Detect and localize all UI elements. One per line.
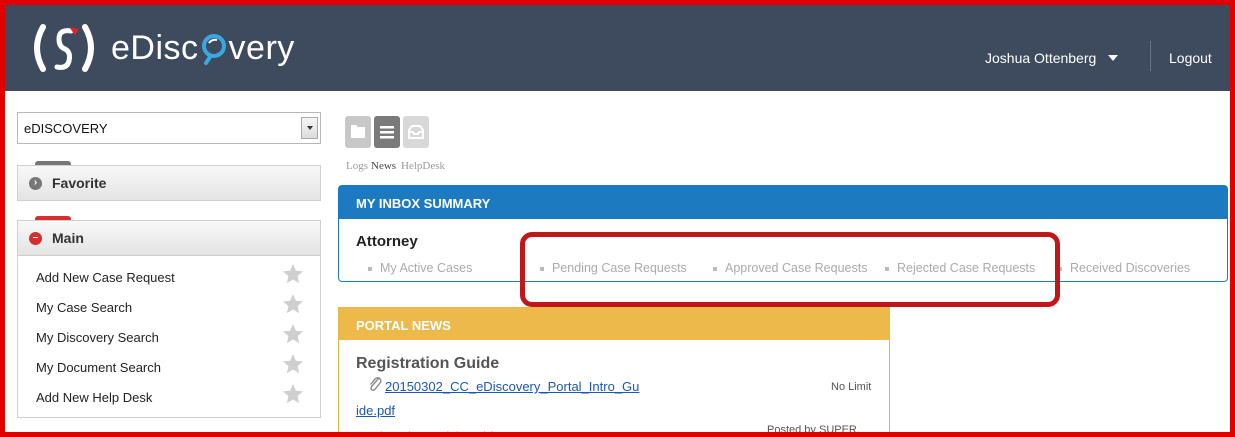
news-limit: No Limit	[831, 381, 872, 393]
attachment-link-continued[interactable]: ide.pdf	[356, 403, 395, 418]
menu-item-add-new-help-desk[interactable]: Add New Help Desk	[36, 390, 152, 405]
inbox-summary-title: MY INBOX SUMMARY	[339, 186, 1227, 219]
inbox-role: Attorney	[356, 233, 418, 250]
expand-icon: ›	[29, 176, 42, 190]
helpdesk-label: HelpDesk	[401, 160, 445, 172]
highlight-annotation	[520, 232, 1060, 307]
module-select-value: eDISCOVERY	[24, 121, 108, 136]
main-label: Main	[52, 230, 84, 246]
favorite-star-icon[interactable]	[282, 353, 304, 375]
list-icon	[380, 126, 394, 139]
helpdesk-button[interactable]	[403, 116, 429, 148]
app-name-tail: very	[228, 28, 295, 67]
collapse-icon: –	[29, 231, 42, 245]
menu-item-add-new-case-request[interactable]: Add New Case Request	[36, 270, 175, 285]
news-subtitle: Registration Quick Guide	[356, 429, 501, 437]
app-name-head: eDisc	[111, 28, 199, 67]
main-menu-list: Add New Case Request My Case Search My D…	[17, 256, 321, 418]
inbox-item-label: My Active Cases	[380, 261, 473, 275]
favorite-star-icon[interactable]	[282, 383, 304, 405]
menu-item-my-case-search[interactable]: My Case Search	[36, 300, 132, 315]
bullet-icon	[368, 266, 372, 271]
logout-link[interactable]: Logout	[1169, 50, 1212, 66]
logo-mark-icon	[34, 24, 94, 72]
portal-news-panel: PORTAL NEWS Registration Guide 20150302_…	[338, 307, 890, 437]
app-name: eDisc very	[111, 29, 295, 68]
user-name: Joshua Ottenberg	[985, 50, 1097, 66]
news-posted-by: Posted by SUPER, USER	[767, 424, 860, 436]
favorite-star-icon[interactable]	[282, 323, 304, 345]
inbox-icon	[408, 125, 424, 139]
favorite-star-icon[interactable]	[282, 293, 304, 315]
user-menu[interactable]: Joshua Ottenberg	[985, 50, 1119, 66]
news-item-title: Registration Guide	[356, 355, 500, 372]
select-arrow-icon[interactable]	[301, 117, 318, 139]
caret-down-icon	[1108, 55, 1119, 61]
favorite-panel-header[interactable]: › Favorite	[17, 165, 321, 201]
favorite-star-icon[interactable]	[282, 263, 304, 285]
attachment-link[interactable]: 20150302_CC_eDiscovery_Portal_Intro_Gu	[385, 379, 639, 394]
favorite-label: Favorite	[52, 175, 107, 191]
logs-label: Logs	[346, 160, 368, 172]
logs-button[interactable]	[345, 116, 371, 148]
magnifier-icon	[201, 34, 226, 65]
folder-icon	[351, 125, 365, 138]
app-logo[interactable]: eDisc very	[29, 21, 295, 75]
paperclip-icon	[370, 376, 382, 391]
main-panel-header[interactable]: – Main	[17, 220, 321, 256]
module-select[interactable]: eDISCOVERY	[17, 112, 321, 144]
inbox-item-active-cases[interactable]: My Active Cases	[368, 261, 472, 275]
app-header: eDisc very Joshua Ottenberg Logout	[5, 5, 1230, 91]
news-label: News	[371, 160, 397, 172]
inbox-item-received-discoveries[interactable]: Received Discoveries	[1058, 261, 1190, 275]
header-divider	[1150, 41, 1151, 71]
inbox-item-label: Received Discoveries	[1070, 261, 1191, 275]
menu-item-my-document-search[interactable]: My Document Search	[36, 360, 161, 375]
portal-news-title: PORTAL NEWS	[339, 308, 889, 340]
news-button[interactable]	[374, 116, 400, 148]
screenshot-frame: eDisc very Joshua Ottenberg Logout eDISC…	[0, 0, 1235, 437]
menu-item-my-discovery-search[interactable]: My Discovery Search	[36, 330, 159, 345]
